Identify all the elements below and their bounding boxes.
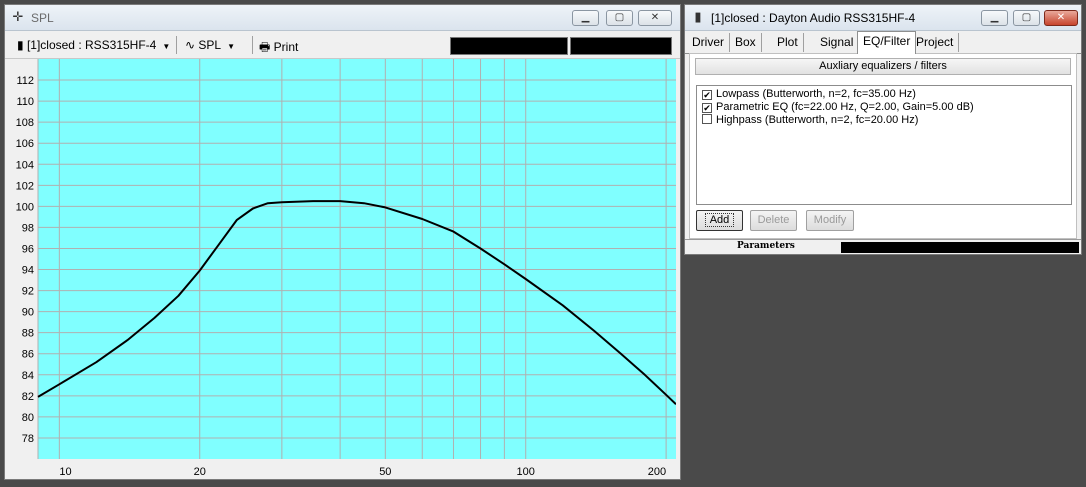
y-tick-label: 88 [22, 328, 34, 340]
y-tick-label: 104 [16, 159, 34, 171]
status-label: Parameters [737, 241, 795, 251]
filter-label: Lowpass (Butterworth, n=2, fc=35.00 Hz) [716, 88, 916, 100]
y-tick-label: 94 [22, 265, 34, 277]
y-tick-label: 100 [16, 201, 34, 213]
spl-titlebar[interactable]: ✛ SPL ▁ ▢ ✕ [5, 5, 680, 31]
spl-chart-svg[interactable]: 78 80 82 84 86 88 90 92 94 96 98 100 102 104 106 108 110… [10, 59, 677, 479]
view-select[interactable]: ∿ SPL ▼ [185, 38, 235, 52]
y-tick-label: 108 [16, 117, 34, 129]
minimize-button[interactable]: ▁ [572, 10, 599, 26]
crosshair-icon: ✛ [12, 9, 24, 24]
eq-titlebar[interactable]: ▮ [1]closed : Dayton Audio RSS315HF-4 ▁ … [685, 5, 1081, 31]
parametric-eq-checkbox[interactable]: ✔ [702, 103, 712, 113]
status-bar: Parameters [685, 239, 1081, 255]
readout-box-2 [570, 37, 672, 55]
print-label: Print [273, 40, 299, 54]
y-tick-label: 86 [22, 349, 34, 361]
add-button-label: Add [704, 213, 735, 227]
readout-box-1 [450, 37, 568, 55]
document-icon: ▮ [694, 9, 702, 24]
y-tick-label: 78 [22, 433, 34, 445]
project-select-label: [1]closed : RSS315HF-4 [26, 38, 157, 52]
spl-window-title: SPL [31, 11, 54, 25]
tab-box[interactable]: Box [730, 33, 762, 52]
tab-eq-filter[interactable]: EQ/Filter [857, 31, 917, 54]
y-tick-label: 84 [22, 370, 34, 382]
project-select[interactable]: ▮ [1]closed : RSS315HF-4 ▼ [17, 38, 170, 52]
x-tick-label: 100 [517, 466, 535, 478]
modify-button[interactable]: Modify [806, 210, 854, 231]
filter-list[interactable]: ✔ Lowpass (Butterworth, n=2, fc=35.00 Hz)… [696, 85, 1072, 205]
print-button[interactable]: 🖶 Print [259, 38, 298, 59]
y-tick-label: 106 [16, 138, 34, 150]
tab-driver[interactable]: Driver [687, 33, 730, 52]
x-tick-label: 200 [648, 466, 666, 478]
x-tick-label: 50 [379, 466, 391, 478]
y-tick-label: 82 [22, 391, 34, 403]
y-tick-label: 110 [16, 96, 34, 108]
maximize-button[interactable]: ▢ [1013, 10, 1040, 26]
plot-area [38, 59, 676, 459]
lowpass-checkbox[interactable]: ✔ [702, 90, 712, 100]
aux-equalizers-button[interactable]: Auxliary equalizers / filters [695, 58, 1071, 75]
minimize-button[interactable]: ▁ [981, 10, 1008, 26]
close-button[interactable]: ✕ [638, 10, 672, 26]
spl-toolbar: ▮ [1]closed : RSS315HF-4 ▼ ∿ SPL ▼ 🖶 Print [5, 31, 680, 59]
eq-window: ▮ [1]closed : Dayton Audio RSS315HF-4 ▁ … [684, 4, 1082, 255]
list-item[interactable]: ✔ Lowpass (Butterworth, n=2, fc=35.00 Hz) [702, 88, 916, 101]
y-tick-label: 96 [22, 243, 34, 255]
document-icon: ▮ [17, 38, 24, 52]
y-tick-label: 80 [22, 412, 34, 424]
add-button[interactable]: Add [696, 210, 743, 231]
x-tick-label: 10 [59, 466, 71, 478]
spl-window: ✛ SPL ▁ ▢ ✕ ▮ [1]closed : RSS315HF-4 ▼ ∿ … [4, 4, 681, 480]
tab-project[interactable]: Project [911, 33, 960, 52]
x-tick-label: 20 [194, 466, 206, 478]
spl-chart[interactable]: 78 80 82 84 86 88 90 92 94 96 98 100 102 104 106 108 110… [10, 59, 677, 479]
highpass-checkbox[interactable] [702, 114, 712, 124]
tab-signal[interactable]: Signal [815, 33, 860, 52]
view-select-label: SPL [198, 38, 222, 52]
list-item[interactable]: Highpass (Butterworth, n=2, fc=20.00 Hz) [702, 114, 918, 127]
status-readout [841, 242, 1079, 253]
y-tick-label: 112 [16, 75, 34, 87]
y-tick-label: 102 [16, 180, 34, 192]
eq-filter-panel: Auxliary equalizers / filters ✔ Lowpass (… [689, 53, 1077, 239]
tab-plot[interactable]: Plot [772, 33, 804, 52]
waveform-icon: ∿ [185, 38, 196, 52]
eq-window-title: [1]closed : Dayton Audio RSS315HF-4 [711, 11, 916, 25]
y-tick-label: 98 [22, 222, 34, 234]
filter-label: Highpass (Butterworth, n=2, fc=20.00 Hz) [716, 114, 919, 126]
eq-tabs: Driver Box Plot Signal EQ/Filter Project [685, 31, 1081, 54]
close-button[interactable]: ✕ [1044, 10, 1078, 26]
chevron-down-icon: ▼ [162, 42, 171, 51]
printer-icon: 🖶 [259, 40, 271, 54]
delete-button[interactable]: Delete [750, 210, 797, 231]
list-item[interactable]: ✔ Parametric EQ (fc=22.00 Hz, Q=2.00, Gai… [702, 101, 974, 114]
y-tick-label: 92 [22, 286, 34, 298]
maximize-button[interactable]: ▢ [606, 10, 633, 26]
chevron-down-icon: ▼ [227, 42, 236, 51]
filter-label: Parametric EQ (fc=22.00 Hz, Q=2.00, Gain… [716, 101, 974, 113]
y-tick-label: 90 [22, 307, 34, 319]
